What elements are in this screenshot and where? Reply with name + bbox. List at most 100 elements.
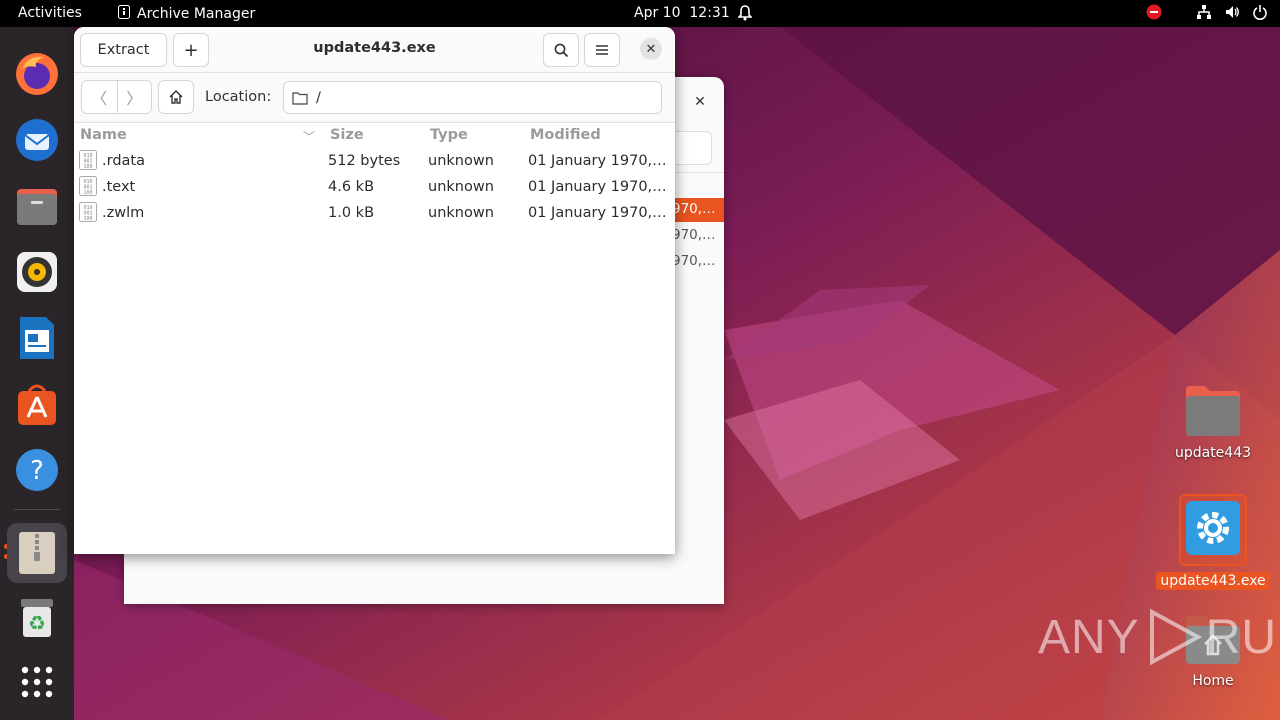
home-icon xyxy=(169,90,183,104)
search-icon xyxy=(554,43,568,57)
dock-show-applications[interactable] xyxy=(9,654,65,710)
background-window-close-icon[interactable]: ✕ xyxy=(688,90,712,114)
column-header-type[interactable]: Type xyxy=(430,123,468,147)
binary-file-icon: 010 001 100 xyxy=(79,202,97,226)
hamburger-menu-icon xyxy=(596,45,608,55)
archive-manager-icon xyxy=(118,5,130,23)
extract-button[interactable]: Extract xyxy=(80,33,167,67)
dock-help[interactable]: ? xyxy=(9,442,65,498)
desktop-icon-label: update443 xyxy=(1174,445,1252,461)
dock-libreoffice-writer[interactable] xyxy=(9,310,65,366)
svg-text:100: 100 xyxy=(83,190,92,196)
file-name: .zwlm xyxy=(102,205,145,221)
desktop-icon-exe[interactable]: update443.exe xyxy=(1156,494,1270,590)
trash-icon: ♻ xyxy=(21,599,53,637)
home-button[interactable] xyxy=(158,80,194,114)
dock-archive-manager[interactable] xyxy=(7,523,67,583)
dock: ? ♻ xyxy=(0,27,74,720)
dock-thunderbird[interactable] xyxy=(9,112,65,168)
activities-button[interactable]: Activities xyxy=(18,5,82,21)
sort-chevron-down-icon[interactable]: ﹀ xyxy=(303,128,315,145)
header-bar: Extract + update443.exe ✕ xyxy=(74,27,675,73)
location-toolbar: 〈 〉 Location: / xyxy=(74,73,675,123)
table-row[interactable]: 010 001 100 .text 4.6 kB unknown 01 Januar… xyxy=(74,174,675,200)
anyrun-watermark: ANY RUN xyxy=(1038,608,1280,666)
files-icon xyxy=(17,189,57,225)
file-type: unknown xyxy=(428,153,494,169)
column-label: Name xyxy=(80,127,127,143)
network-icon xyxy=(1196,4,1212,24)
top-bar: Activities Archive Manager Apr 10 12:31 xyxy=(0,0,1280,27)
column-header-name[interactable]: Name xyxy=(80,123,127,147)
table-row[interactable]: 010 001 100 .rdata 512 bytes unknown 01 Ja… xyxy=(74,148,675,174)
table-row[interactable]: 010 001 100 .zwlm 1.0 kB unknown 01 Januar… xyxy=(74,200,675,226)
add-files-button[interactable]: + xyxy=(173,33,209,67)
location-label: Location: xyxy=(205,89,272,105)
column-header-modified[interactable]: Modified xyxy=(530,123,601,147)
file-modified: 01 January 1970,… xyxy=(528,153,667,169)
file-size: 1.0 kB xyxy=(328,205,375,221)
app-grid-icon xyxy=(21,666,53,698)
column-label: Size xyxy=(330,127,364,143)
column-header-size[interactable]: Size xyxy=(330,123,364,147)
chevron-left-icon: 〈 xyxy=(91,89,108,108)
app-menu[interactable]: Archive Manager xyxy=(118,5,255,23)
file-name: .text xyxy=(102,179,136,195)
file-modified: 01 January 1970,… xyxy=(528,179,667,195)
navigation-buttons: 〈 〉 xyxy=(81,80,152,114)
binary-file-icon: 010 001 100 xyxy=(79,176,97,200)
rhythmbox-icon xyxy=(17,252,57,292)
firefox-icon xyxy=(16,53,58,95)
archive-manager-icon xyxy=(19,532,55,574)
list-item[interactable]: 970,… xyxy=(672,198,724,222)
list-item[interactable]: 970,… xyxy=(672,224,724,248)
folder-icon xyxy=(292,91,308,105)
writer-icon xyxy=(20,317,54,359)
help-icon: ? xyxy=(16,449,58,491)
svg-text:100: 100 xyxy=(83,164,92,170)
dock-rhythmbox[interactable] xyxy=(9,244,65,300)
dock-firefox[interactable] xyxy=(9,46,65,102)
dock-trash[interactable]: ♻ xyxy=(9,590,65,646)
gear-icon xyxy=(1186,501,1240,555)
folder-icon xyxy=(1186,386,1240,436)
binary-file-icon: 010 001 100 xyxy=(79,150,97,174)
divider xyxy=(674,172,724,173)
system-tray[interactable] xyxy=(1146,4,1268,24)
column-label: Modified xyxy=(530,127,601,143)
app-menu-label: Archive Manager xyxy=(137,6,256,22)
background-window-field xyxy=(674,131,712,165)
dock-separator xyxy=(14,509,60,510)
search-button[interactable] xyxy=(543,33,579,67)
desktop-icon-folder[interactable]: update443 xyxy=(1158,384,1268,462)
svg-text:100: 100 xyxy=(83,216,92,222)
selection-frame xyxy=(1179,494,1247,566)
do-not-disturb-icon xyxy=(1146,4,1162,24)
archive-manager-window: Extract + update443.exe ✕ 〈 〉 Location: … xyxy=(74,27,675,554)
desktop-icon-label: update443.exe xyxy=(1156,572,1270,590)
close-button[interactable]: ✕ xyxy=(640,38,662,60)
back-button[interactable]: 〈 xyxy=(82,81,117,113)
location-value: / xyxy=(316,89,321,106)
dock-ubuntu-software[interactable] xyxy=(9,376,65,432)
clock[interactable]: Apr 10 12:31 xyxy=(634,5,730,21)
software-store-icon xyxy=(18,384,56,425)
file-name: .rdata xyxy=(102,153,145,169)
column-label: Type xyxy=(430,127,468,143)
dock-files[interactable] xyxy=(9,178,65,234)
notification-bell-icon[interactable] xyxy=(737,5,753,25)
watermark-text-right: RUN xyxy=(1205,610,1280,664)
clock-date: Apr 10 xyxy=(634,5,681,21)
file-modified: 01 January 1970,… xyxy=(528,205,667,221)
file-size: 512 bytes xyxy=(328,153,401,169)
svg-text:?: ? xyxy=(30,456,44,486)
file-size: 4.6 kB xyxy=(328,179,375,195)
volume-icon xyxy=(1224,4,1240,24)
forward-button[interactable]: 〉 xyxy=(116,81,152,113)
main-menu-button[interactable] xyxy=(584,33,620,67)
location-field[interactable]: / xyxy=(283,81,662,114)
file-list: Name ﹀ Size Type Modified 010 001 100 .rda… xyxy=(74,123,675,554)
file-type: unknown xyxy=(428,205,494,221)
watermark-text-left: ANY xyxy=(1038,610,1140,664)
list-item[interactable]: 970,… xyxy=(672,250,724,274)
